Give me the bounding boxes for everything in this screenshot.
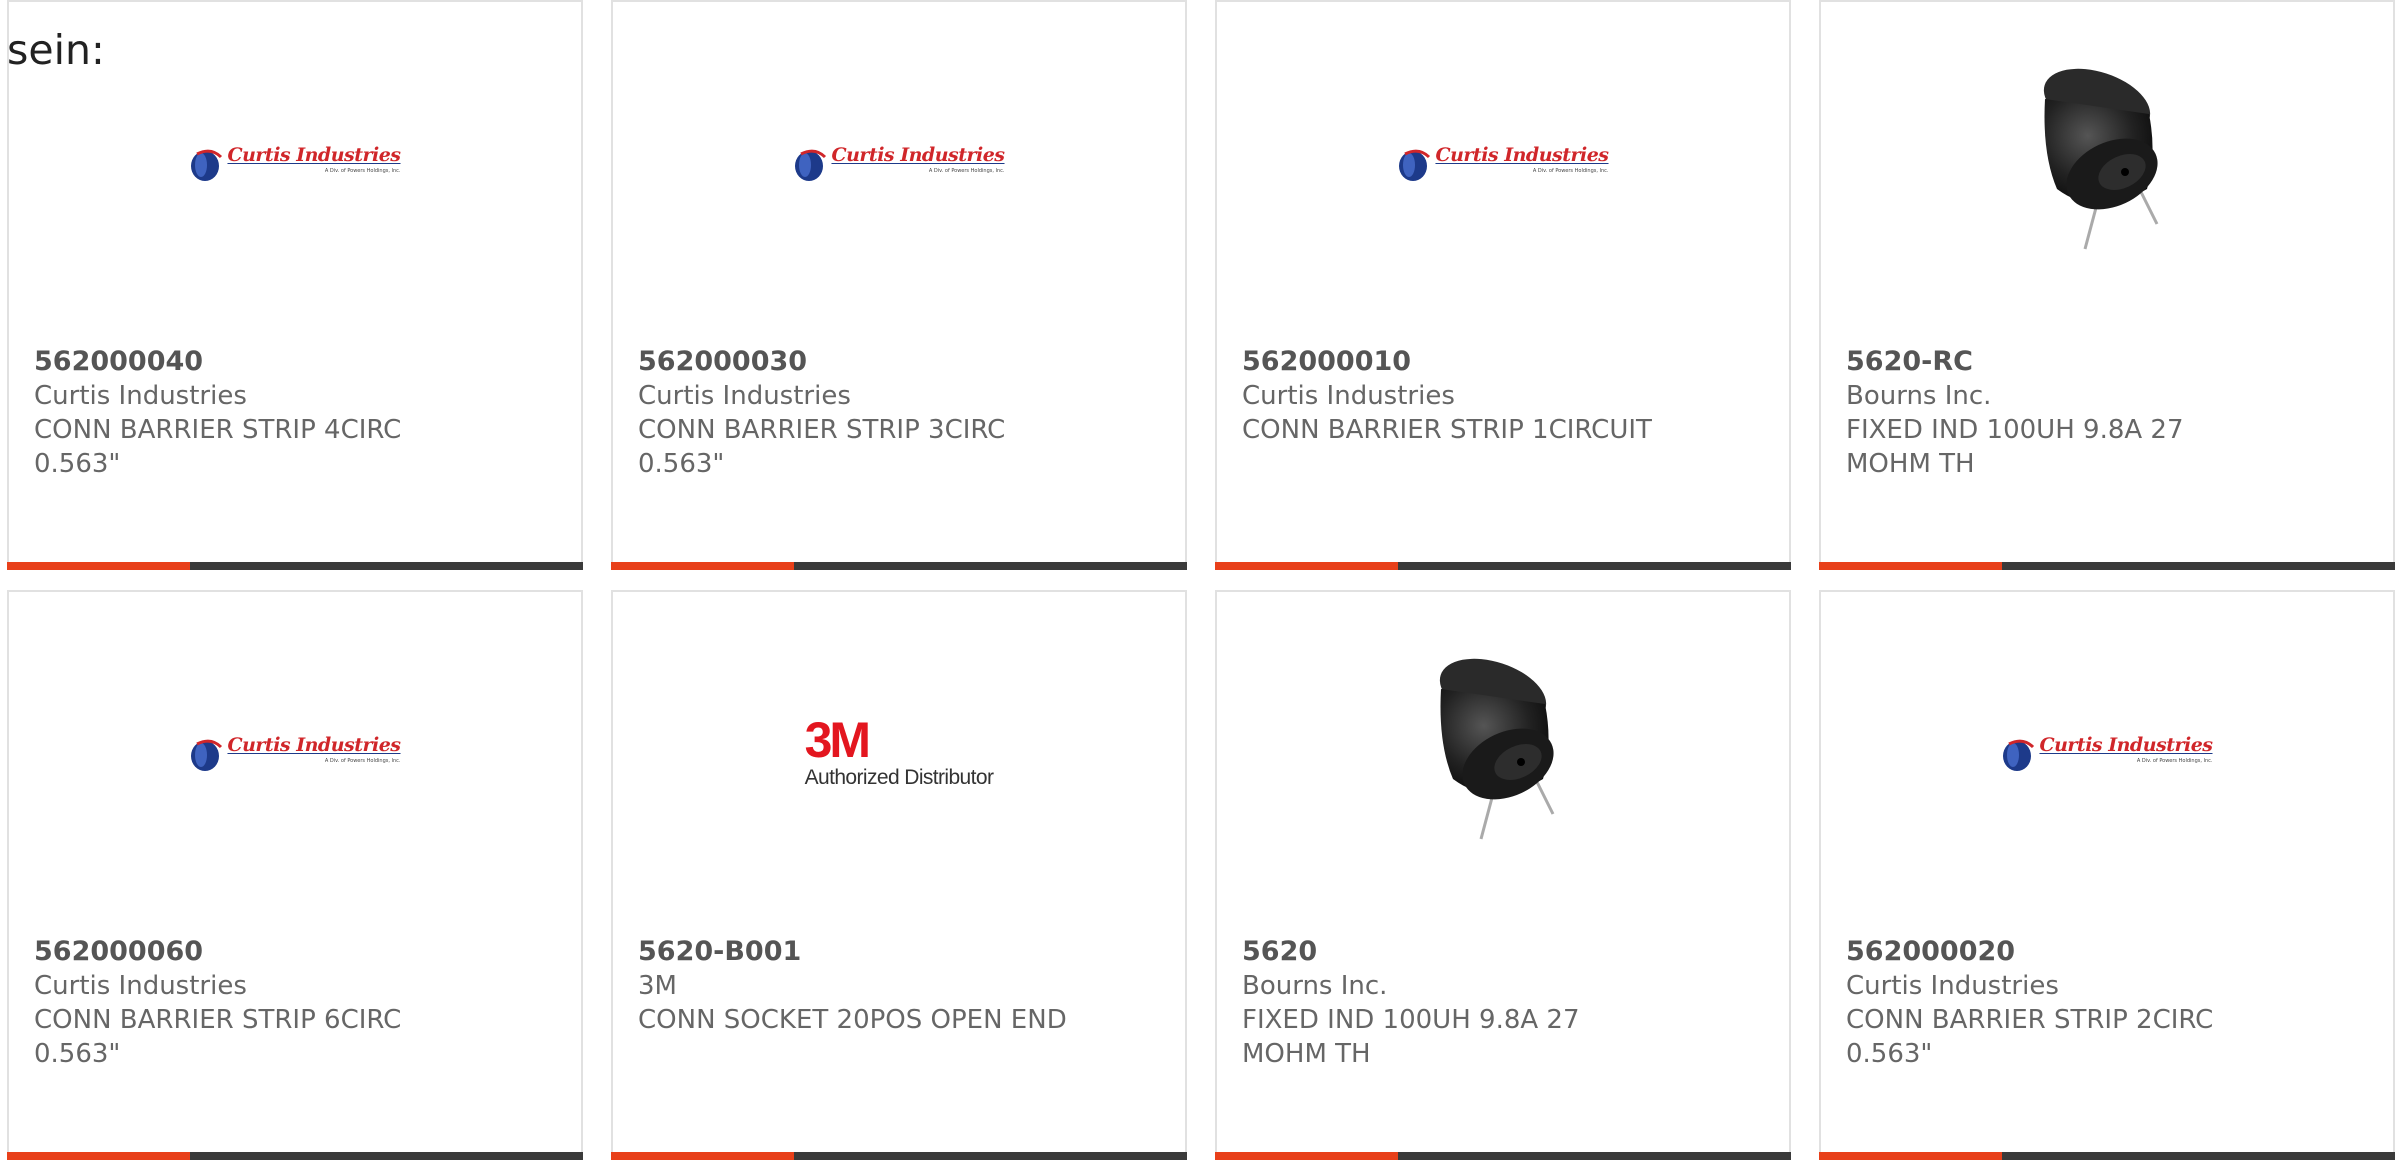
description: FIXED IND 100UH 9.8A 27 MOHM TH bbox=[1846, 415, 2184, 479]
description: CONN BARRIER STRIP 2CIRC 0.563" bbox=[1846, 1005, 2214, 1069]
intro-text: sein: bbox=[7, 26, 105, 74]
curtis-industries-logo: Curtis Industries A Div. of Powers Holdi… bbox=[189, 734, 401, 773]
logo-subtitle: A Div. of Powers Holdings, Inc. bbox=[2136, 758, 2213, 764]
product-image: 3M Authorized Distributor bbox=[613, 654, 1185, 854]
part-number[interactable]: 562000020 bbox=[1846, 936, 2015, 967]
manufacturer: Bourns Inc. bbox=[1242, 971, 1388, 1001]
product-image bbox=[1821, 64, 2393, 264]
card-bar-accent bbox=[611, 562, 794, 570]
globe-icon bbox=[795, 149, 827, 181]
logo-brand: Curtis Industries bbox=[831, 144, 1005, 166]
product-card[interactable]: 5620 Bourns Inc. FIXED IND 100UH 9.8A 27… bbox=[1215, 590, 1791, 1160]
part-number[interactable]: 562000040 bbox=[34, 346, 203, 377]
card-bar bbox=[1819, 562, 2395, 570]
logo-subtitle: A Div. of Powers Holdings, Inc. bbox=[324, 758, 401, 764]
3m-logo-tagline: Authorized Distributor bbox=[804, 766, 994, 789]
product-card[interactable]: Curtis Industries A Div. of Powers Holdi… bbox=[7, 590, 583, 1160]
card-bar bbox=[611, 562, 1187, 570]
manufacturer: Curtis Industries bbox=[638, 381, 851, 411]
curtis-industries-logo: Curtis Industries A Div. of Powers Holdi… bbox=[189, 144, 401, 183]
part-number[interactable]: 5620 bbox=[1242, 936, 1317, 967]
description: CONN BARRIER STRIP 4CIRC 0.563" bbox=[34, 415, 402, 479]
logo-brand: Curtis Industries bbox=[227, 734, 401, 756]
curtis-industries-logo: Curtis Industries A Div. of Powers Holdi… bbox=[1397, 144, 1609, 183]
manufacturer: Curtis Industries bbox=[34, 971, 247, 1001]
part-number[interactable]: 562000030 bbox=[638, 346, 807, 377]
product-image: Curtis Industries A Div. of Powers Holdi… bbox=[1821, 654, 2393, 854]
logo-brand: Curtis Industries bbox=[227, 144, 401, 166]
logo-subtitle: A Div. of Powers Holdings, Inc. bbox=[928, 168, 1005, 174]
inductor-icon bbox=[2043, 68, 2159, 250]
card-bar-accent bbox=[1819, 562, 2002, 570]
manufacturer: Curtis Industries bbox=[1242, 381, 1455, 411]
part-number[interactable]: 5620-B001 bbox=[638, 936, 801, 967]
manufacturer: Curtis Industries bbox=[34, 381, 247, 411]
card-bar bbox=[611, 1152, 1187, 1160]
description: CONN BARRIER STRIP 6CIRC 0.563" bbox=[34, 1005, 402, 1069]
globe-icon bbox=[2003, 739, 2035, 771]
3m-logo: 3M Authorized Distributor bbox=[804, 712, 994, 790]
curtis-industries-logo: Curtis Industries A Div. of Powers Holdi… bbox=[2001, 734, 2213, 773]
part-number[interactable]: 562000060 bbox=[34, 936, 203, 967]
manufacturer: Bourns Inc. bbox=[1846, 381, 1992, 411]
part-number[interactable]: 562000010 bbox=[1242, 346, 1411, 377]
card-bar-accent bbox=[1819, 1152, 2002, 1160]
product-image bbox=[1217, 654, 1789, 854]
card-bar bbox=[7, 1152, 583, 1160]
logo-brand: Curtis Industries bbox=[1435, 144, 1609, 166]
product-card[interactable]: 3M Authorized Distributor 5620-B001 3M C… bbox=[611, 590, 1187, 1160]
card-bar-accent bbox=[1215, 562, 1398, 570]
logo-subtitle: A Div. of Powers Holdings, Inc. bbox=[324, 168, 401, 174]
card-bar bbox=[1215, 562, 1791, 570]
inductor-icon bbox=[1439, 658, 1555, 840]
card-bar-accent bbox=[1215, 1152, 1398, 1160]
card-bar bbox=[1215, 1152, 1791, 1160]
globe-icon bbox=[1399, 149, 1431, 181]
product-image: Curtis Industries A Div. of Powers Holdi… bbox=[1217, 64, 1789, 264]
card-bar bbox=[1819, 1152, 2395, 1160]
product-card[interactable]: Curtis Industries A Div. of Powers Holdi… bbox=[611, 0, 1187, 570]
manufacturer: Curtis Industries bbox=[1846, 971, 2059, 1001]
card-bar-accent bbox=[611, 1152, 794, 1160]
product-card[interactable]: 5620-RC Bourns Inc. FIXED IND 100UH 9.8A… bbox=[1819, 0, 2395, 570]
description: CONN BARRIER STRIP 1CIRCUIT bbox=[1242, 415, 1652, 445]
globe-icon bbox=[191, 739, 223, 771]
manufacturer: 3M bbox=[638, 971, 677, 1001]
product-image: Curtis Industries A Div. of Powers Holdi… bbox=[9, 654, 581, 854]
description: FIXED IND 100UH 9.8A 27 MOHM TH bbox=[1242, 1005, 1580, 1069]
logo-subtitle: A Div. of Powers Holdings, Inc. bbox=[1532, 168, 1609, 174]
product-image: Curtis Industries A Div. of Powers Holdi… bbox=[9, 64, 581, 264]
product-image: Curtis Industries A Div. of Powers Holdi… bbox=[613, 64, 1185, 264]
description: CONN SOCKET 20POS OPEN END bbox=[638, 1005, 1067, 1035]
product-card[interactable]: Curtis Industries A Div. of Powers Holdi… bbox=[1215, 0, 1791, 570]
curtis-industries-logo: Curtis Industries A Div. of Powers Holdi… bbox=[793, 144, 1005, 183]
3m-logo-mark: 3M bbox=[804, 712, 871, 768]
product-grid: Curtis Industries A Div. of Powers Holdi… bbox=[7, 0, 2400, 1160]
logo-brand: Curtis Industries bbox=[2039, 734, 2213, 756]
part-number[interactable]: 5620-RC bbox=[1846, 346, 1973, 377]
card-bar-accent bbox=[7, 1152, 190, 1160]
product-card[interactable]: Curtis Industries A Div. of Powers Holdi… bbox=[1819, 590, 2395, 1160]
globe-icon bbox=[191, 149, 223, 181]
card-bar bbox=[7, 562, 583, 570]
description: CONN BARRIER STRIP 3CIRC 0.563" bbox=[638, 415, 1006, 479]
product-card[interactable]: Curtis Industries A Div. of Powers Holdi… bbox=[7, 0, 583, 570]
card-bar-accent bbox=[7, 562, 190, 570]
